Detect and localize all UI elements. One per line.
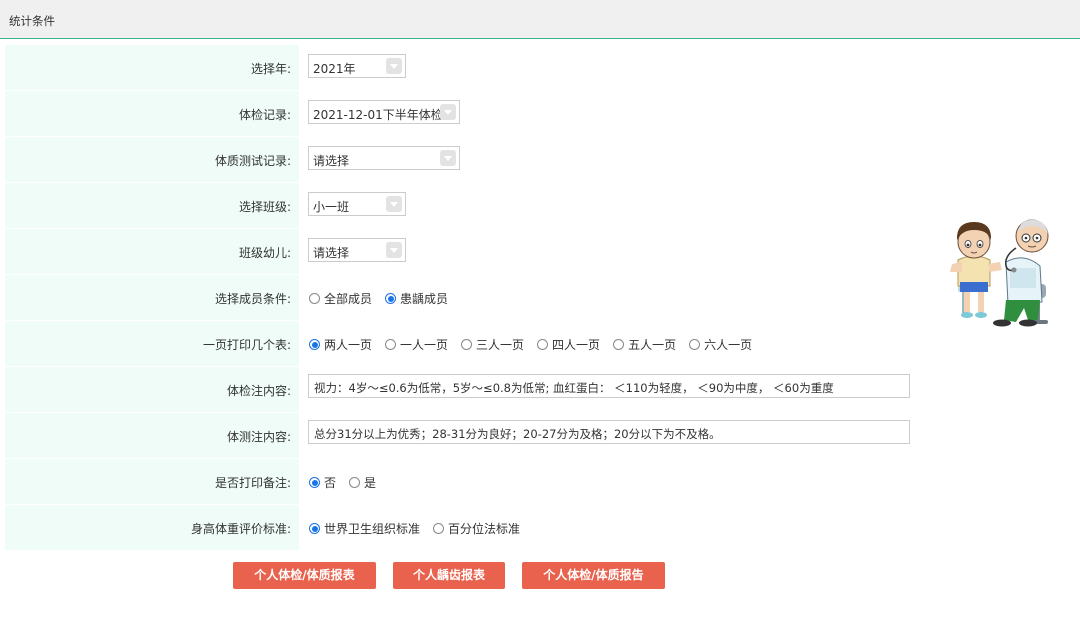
- radio-icon[interactable]: [613, 339, 625, 350]
- per-page-option[interactable]: 三人一页: [461, 336, 524, 353]
- year-label: 选择年:: [250, 62, 291, 76]
- per-page-option[interactable]: 六人一页: [689, 336, 752, 353]
- class-label: 选择班级:: [238, 200, 291, 214]
- radio-label: 全部成员: [324, 292, 373, 306]
- standard-radios: 世界卫生组织标准 百分位法标准: [309, 520, 533, 537]
- caries-report-button[interactable]: 个人龋齿报表: [393, 562, 505, 589]
- chevron-down-icon[interactable]: [440, 150, 456, 166]
- row-member-condition: 选择成员条件: 全部成员 患龋成员: [5, 274, 1080, 320]
- row-exam-record: 体检记录: 2021-12-01下半年体检: [5, 90, 1080, 136]
- standard-option[interactable]: 百分位法标准: [433, 520, 520, 537]
- row-fitness-record: 体质测试记录: 请选择: [5, 136, 1080, 182]
- radio-icon[interactable]: [309, 523, 320, 534]
- print-note-option[interactable]: 否: [309, 474, 336, 491]
- member-condition-option[interactable]: 患龋成员: [385, 290, 448, 307]
- radio-label: 百分位法标准: [448, 522, 521, 536]
- member-condition-radios: 全部成员 患龋成员: [309, 290, 461, 307]
- radio-icon[interactable]: [309, 339, 320, 350]
- radio-label: 五人一页: [628, 338, 677, 352]
- row-print-note: 是否打印备注: 否是: [5, 458, 1080, 504]
- radio-label: 是: [364, 476, 377, 490]
- year-select[interactable]: 2021年: [308, 54, 406, 78]
- row-exam-note: 体检注内容: 视力：4岁～≤0.6为低常，5岁～≤0.8为低常; 血红蛋白： ＜…: [5, 366, 1080, 412]
- radio-label: 四人一页: [552, 338, 601, 352]
- per-page-option[interactable]: 五人一页: [613, 336, 676, 353]
- radio-icon[interactable]: [309, 293, 320, 304]
- radio-icon[interactable]: [349, 477, 361, 488]
- fitness-note-input[interactable]: 总分31分以上为优秀；28-31分为良好；20-27分为及格；20分以下为不及格…: [308, 420, 910, 444]
- member-condition-option[interactable]: 全部成员: [309, 290, 372, 307]
- radio-label: 两人一页: [324, 338, 373, 352]
- doctor-child-illustration-icon: [950, 219, 1049, 327]
- exam-note-label: 体检注内容:: [226, 384, 291, 398]
- radio-icon[interactable]: [309, 477, 320, 488]
- chevron-down-icon[interactable]: [386, 242, 402, 258]
- radio-label: 六人一页: [704, 338, 753, 352]
- per-page-option[interactable]: 四人一页: [537, 336, 600, 353]
- row-standard: 身高体重评价标准: 世界卫生组织标准 百分位法标准: [5, 504, 1080, 550]
- radio-label: 否: [324, 476, 337, 490]
- exam-record-label: 体检记录:: [238, 108, 291, 122]
- fitness-note-label: 体测注内容:: [226, 430, 291, 444]
- panel-title: 统计条件: [9, 14, 55, 28]
- fitness-record-label: 体质测试记录:: [214, 154, 291, 168]
- radio-icon[interactable]: [461, 339, 473, 350]
- radio-label: 三人一页: [476, 338, 525, 352]
- row-child: 班级幼儿: 请选择: [5, 228, 1080, 274]
- print-note-radios: 否是: [309, 474, 389, 491]
- row-per-page: 一页打印几个表: 两人一页 一人一页 三人一页 四人一页 五人一页 六人一页: [5, 320, 1080, 366]
- per-page-option[interactable]: 两人一页: [309, 336, 372, 353]
- per-page-label: 一页打印几个表:: [202, 338, 291, 352]
- row-year: 选择年: 2021年: [5, 44, 1080, 90]
- child-select[interactable]: 请选择: [308, 238, 406, 262]
- chevron-down-icon[interactable]: [386, 196, 402, 212]
- fitness-record-select[interactable]: 请选择: [308, 146, 460, 170]
- print-note-label: 是否打印备注:: [214, 476, 291, 490]
- stats-form: 选择年: 2021年 体检记录: 2021-12-01下半年体检 体质测试记录:…: [5, 44, 1080, 550]
- radio-icon[interactable]: [689, 339, 701, 350]
- chevron-down-icon[interactable]: [386, 58, 402, 74]
- member-condition-label: 选择成员条件:: [214, 292, 291, 306]
- exam-record-select[interactable]: 2021-12-01下半年体检: [308, 100, 460, 124]
- chevron-down-icon[interactable]: [440, 104, 456, 120]
- row-fitness-note: 体测注内容: 总分31分以上为优秀；28-31分为良好；20-27分为及格；20…: [5, 412, 1080, 458]
- row-class: 选择班级: 小一班: [5, 182, 1080, 228]
- standard-option[interactable]: 世界卫生组织标准: [309, 520, 420, 537]
- radio-icon[interactable]: [385, 293, 397, 304]
- per-page-radios: 两人一页 一人一页 三人一页 四人一页 五人一页 六人一页: [309, 336, 765, 353]
- class-select[interactable]: 小一班: [308, 192, 406, 216]
- print-note-option[interactable]: 是: [349, 474, 376, 491]
- per-page-option[interactable]: 一人一页: [385, 336, 448, 353]
- personal-summary-button[interactable]: 个人体检/体质报告: [522, 562, 665, 589]
- radio-icon[interactable]: [385, 339, 397, 350]
- standard-label: 身高体重评价标准:: [190, 522, 291, 536]
- radio-label: 世界卫生组织标准: [324, 522, 421, 536]
- radio-icon[interactable]: [537, 339, 549, 350]
- exam-note-input[interactable]: 视力：4岁～≤0.6为低常，5岁～≤0.8为低常; 血红蛋白： ＜110为轻度，…: [308, 374, 910, 398]
- radio-label: 一人一页: [400, 338, 449, 352]
- child-label: 班级幼儿:: [238, 246, 291, 260]
- radio-label: 患龋成员: [400, 292, 449, 306]
- panel-header: 统计条件: [0, 0, 1080, 39]
- radio-icon[interactable]: [433, 523, 445, 534]
- personal-report-button[interactable]: 个人体检/体质报表: [233, 562, 376, 589]
